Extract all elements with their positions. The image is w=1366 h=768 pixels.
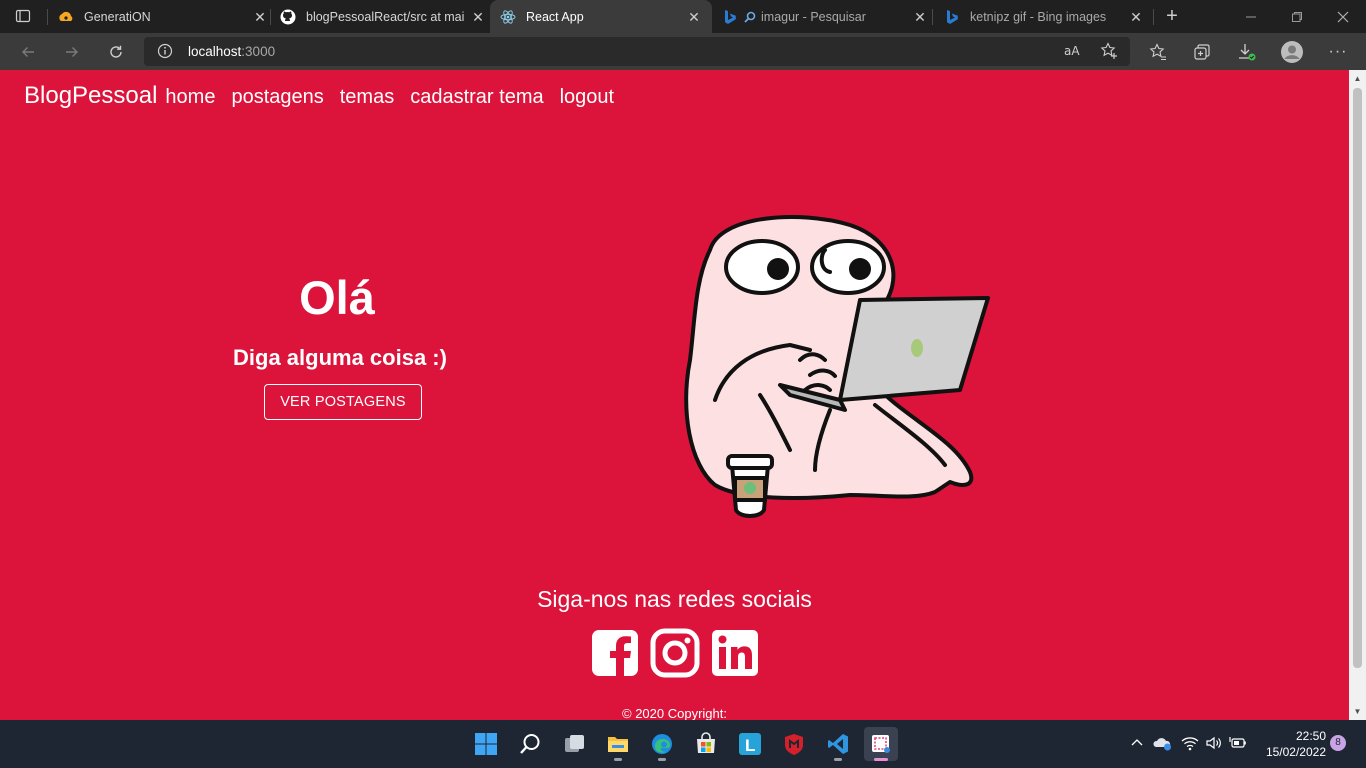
facebook-icon[interactable] xyxy=(590,628,640,678)
favorites-icon[interactable] xyxy=(1143,37,1173,67)
view-posts-button[interactable]: VER POSTAGENS xyxy=(264,384,422,420)
close-tab-icon[interactable]: ✕ xyxy=(686,9,702,25)
close-tab-icon[interactable]: ✕ xyxy=(252,9,268,25)
l-app-icon[interactable]: L xyxy=(733,727,767,761)
tab-generation[interactable]: GeneratiON ✕ xyxy=(58,0,268,33)
close-tab-icon[interactable]: ✕ xyxy=(1128,9,1144,25)
edge-icon[interactable] xyxy=(645,727,679,761)
forward-button[interactable] xyxy=(57,37,87,67)
notification-badge[interactable]: 8 xyxy=(1330,735,1346,751)
close-tab-icon[interactable]: ✕ xyxy=(912,9,928,25)
back-button[interactable] xyxy=(13,37,43,67)
tab-imagur-search[interactable]: imagur - Pesquisar ✕ xyxy=(722,0,928,33)
nav-logout[interactable]: logout xyxy=(560,86,615,109)
vscode-icon[interactable] xyxy=(821,727,855,761)
social-links xyxy=(590,628,760,680)
nav-temas[interactable]: temas xyxy=(340,86,394,109)
wifi-icon[interactable] xyxy=(1181,735,1199,756)
bing-icon xyxy=(944,9,960,25)
battery-icon[interactable] xyxy=(1229,735,1247,756)
restore-button[interactable] xyxy=(1274,0,1320,33)
search-icon xyxy=(744,9,756,25)
page-scrollbar[interactable]: ▲ ▼ xyxy=(1349,70,1366,720)
svg-text:L: L xyxy=(745,736,755,755)
svg-text:aA: aA xyxy=(1064,44,1080,58)
github-icon xyxy=(280,9,296,25)
scrollbar-thumb[interactable] xyxy=(1353,88,1362,668)
copyright-text: © 2020 Copyright: xyxy=(622,706,727,720)
refresh-button[interactable] xyxy=(101,37,131,67)
linkedin-icon[interactable] xyxy=(710,628,760,678)
navbar: BlogPessoal home postagens temas cadastr… xyxy=(24,82,630,110)
hero-section: Olá Diga alguma coisa :) VER POSTAGENS xyxy=(200,270,480,420)
scroll-up-icon[interactable]: ▲ xyxy=(1349,70,1366,87)
url-text: localhost:3000 xyxy=(188,44,276,59)
generation-icon xyxy=(58,9,74,25)
react-icon xyxy=(500,9,516,25)
scroll-down-icon[interactable]: ▼ xyxy=(1349,703,1366,720)
browser-window: GeneratiON ✕ blogPessoalReact/src at mai… xyxy=(0,0,1366,768)
bing-icon xyxy=(722,9,738,25)
minimize-button[interactable] xyxy=(1228,0,1274,33)
tab-strip: GeneratiON ✕ blogPessoalReact/src at mai… xyxy=(0,0,1366,33)
profile-avatar[interactable] xyxy=(1277,37,1307,67)
nav-postagens[interactable]: postagens xyxy=(231,86,323,109)
close-window-button[interactable] xyxy=(1320,0,1366,33)
nav-home[interactable]: home xyxy=(165,86,215,109)
more-options-icon[interactable]: ··· xyxy=(1323,37,1353,67)
add-favorite-icon[interactable] xyxy=(1100,42,1118,65)
show-hidden-icons[interactable] xyxy=(1130,736,1144,755)
snipping-tool-icon[interactable] xyxy=(864,727,898,761)
start-button[interactable] xyxy=(469,727,503,761)
windows-taskbar: L 22:50 15/02/2022 xyxy=(0,720,1366,768)
taskbar-search-icon[interactable] xyxy=(513,727,547,761)
collections-icon[interactable] xyxy=(1187,37,1217,67)
volume-icon[interactable] xyxy=(1205,735,1223,756)
hero-title: Olá xyxy=(299,271,375,324)
read-aloud-icon[interactable]: aA xyxy=(1064,43,1082,62)
web-page: BlogPessoal home postagens temas cadastr… xyxy=(0,70,1349,720)
mcafee-icon[interactable] xyxy=(777,727,811,761)
microsoft-store-icon[interactable] xyxy=(689,727,723,761)
address-bar[interactable]: localhost:3000 aA xyxy=(144,37,1130,66)
brand-logo[interactable]: BlogPessoal xyxy=(24,82,157,110)
tab-github[interactable]: blogPessoalReact/src at main ✕ xyxy=(280,0,486,33)
nav-cadastrar-tema[interactable]: cadastrar tema xyxy=(410,86,543,109)
hero-subtitle: Diga alguma coisa :) xyxy=(233,345,447,370)
onedrive-icon[interactable] xyxy=(1153,734,1173,757)
task-view-icon[interactable] xyxy=(557,727,591,761)
tab-ketnipz-images[interactable]: ketnipz gif - Bing images ✕ xyxy=(944,0,1144,33)
browser-toolbar: localhost:3000 aA ··· xyxy=(0,33,1366,70)
social-title: Siga-nos nas redes sociais xyxy=(537,586,812,612)
tab-actions-icon[interactable] xyxy=(8,1,38,31)
character-illustration xyxy=(684,215,990,518)
file-explorer-icon[interactable] xyxy=(601,727,635,761)
close-tab-icon[interactable]: ✕ xyxy=(470,9,486,25)
tab-react-app[interactable]: React App ✕ xyxy=(490,0,712,33)
downloads-icon[interactable] xyxy=(1232,37,1262,67)
taskbar-clock[interactable]: 22:50 15/02/2022 xyxy=(1256,728,1326,760)
instagram-icon[interactable] xyxy=(650,628,700,678)
site-info-icon[interactable] xyxy=(157,43,173,64)
new-tab-button[interactable]: + xyxy=(1149,0,1195,33)
